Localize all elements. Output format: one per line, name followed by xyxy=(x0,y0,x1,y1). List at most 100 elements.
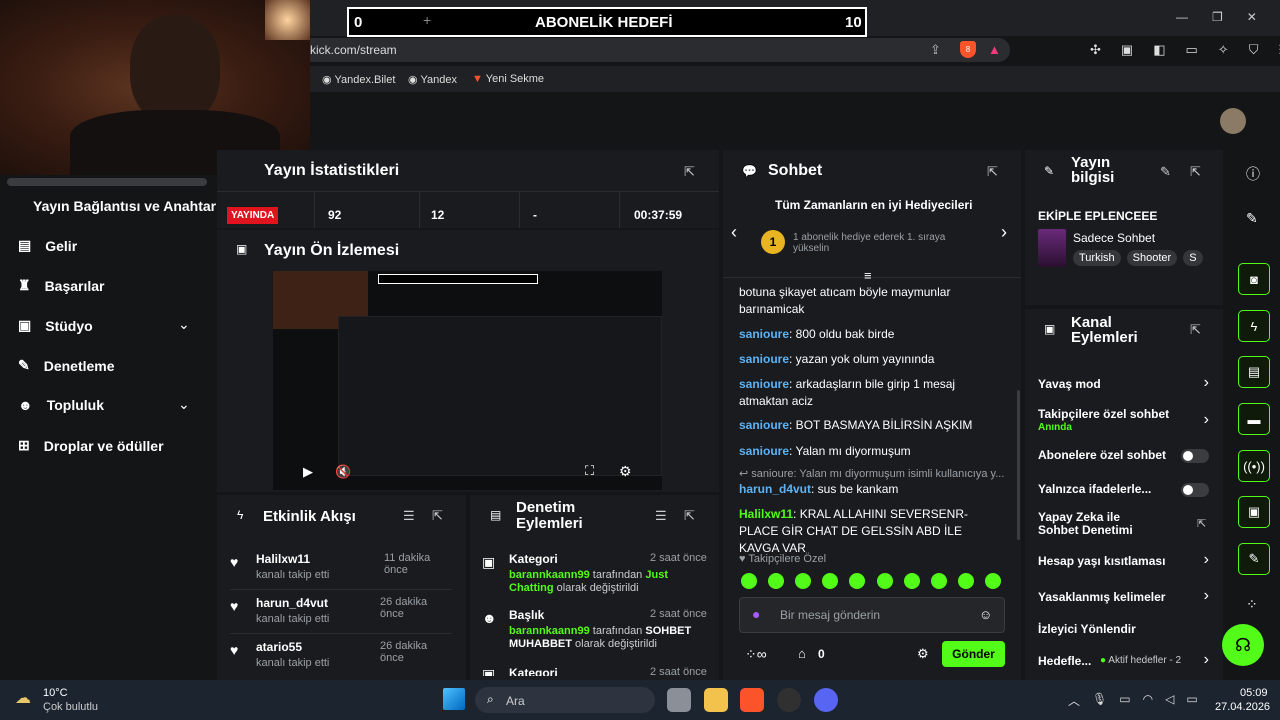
vpn-icon[interactable]: ⛉ xyxy=(1249,42,1259,58)
settings-icon[interactable]: ⚙ xyxy=(917,646,929,662)
maximize-icon[interactable]: ❐ xyxy=(1212,10,1223,24)
chevron-right-icon[interactable]: › xyxy=(1204,411,1209,429)
emote[interactable] xyxy=(958,573,974,589)
chevron-right-icon[interactable]: › xyxy=(1001,222,1007,243)
volume-icon[interactable]: ◁ xyxy=(1165,692,1174,709)
chevron-down-icon[interactable]: ⌄ xyxy=(178,396,190,413)
close-icon[interactable]: ✕ xyxy=(1247,10,1257,24)
action-goals[interactable]: Hedefle... xyxy=(1038,654,1091,668)
bookmark-1[interactable]: ◉ Yandex.Bilet xyxy=(322,73,395,86)
emote[interactable] xyxy=(822,573,838,589)
action-host[interactable]: İzleyici Yönlendir xyxy=(1038,622,1136,636)
external-link-icon[interactable]: ⇱ xyxy=(1197,517,1206,530)
sidebar-icon[interactable]: ◧ xyxy=(1153,42,1165,58)
filter-icon[interactable]: ☰ xyxy=(403,508,415,524)
chat-button[interactable]: ▬ xyxy=(1238,403,1270,435)
popout-icon[interactable]: ⇱ xyxy=(1190,322,1201,338)
fullscreen-icon[interactable]: ⛶ xyxy=(585,463,594,479)
sidebar-item-studyo[interactable]: ▣ Stüdyo xyxy=(18,317,93,334)
start-icon[interactable] xyxy=(443,688,465,710)
tag[interactable]: Turkish xyxy=(1073,250,1121,266)
emote[interactable] xyxy=(931,573,947,589)
chat-user[interactable]: sanioure xyxy=(739,418,789,432)
emoji-icon[interactable]: ☺ xyxy=(979,607,992,622)
minimize-icon[interactable]: — xyxy=(1176,10,1188,24)
avatar[interactable] xyxy=(1220,108,1246,134)
modlog-user[interactable]: barannkaann99 xyxy=(509,569,590,581)
info-icon[interactable]: ⓘ xyxy=(1246,164,1260,184)
sidebar-item-basarilar[interactable]: ♜ Başarılar xyxy=(18,277,105,294)
emote[interactable] xyxy=(904,573,920,589)
mute-icon[interactable]: 🔇 xyxy=(335,464,351,480)
popout-icon[interactable]: ⇱ xyxy=(432,508,443,524)
action-slow-mode[interactable]: Yavaş mod xyxy=(1038,377,1101,391)
points-icon[interactable]: ⁘∞ xyxy=(745,646,767,663)
emote[interactable] xyxy=(985,573,1001,589)
brave-rewards-icon[interactable]: ▲ xyxy=(988,42,1001,57)
settings-icon[interactable]: ⚙ xyxy=(619,463,632,480)
action-emotes-only[interactable]: Yalnızca ifadelerle... xyxy=(1038,482,1151,496)
camera-button[interactable]: ◙ xyxy=(1238,263,1270,295)
emote[interactable] xyxy=(877,573,893,589)
document-button[interactable]: ▤ xyxy=(1238,356,1270,388)
chat-user[interactable]: sanioure xyxy=(739,377,789,391)
battery-icon[interactable]: ▭ xyxy=(1186,692,1197,709)
clock-time[interactable]: 05:09 xyxy=(1240,687,1268,699)
mic-icon[interactable]: 🎙 xyxy=(1092,692,1107,709)
tag[interactable]: S xyxy=(1183,250,1203,266)
bookmark-2[interactable]: ◉ Yandex xyxy=(408,73,457,86)
wallet-icon[interactable]: ▭ xyxy=(1186,42,1198,58)
wifi-icon[interactable]: ◠ xyxy=(1143,692,1153,709)
chevron-up-icon[interactable]: ︿ xyxy=(1068,692,1080,709)
channel-button[interactable]: ▣ xyxy=(1238,496,1270,528)
action-followers-only[interactable]: Takipçilere özel sohbet xyxy=(1038,407,1169,421)
emote[interactable] xyxy=(849,573,865,589)
preview-video[interactable]: ▶ 🔇 ⚙ ⛶ xyxy=(273,271,662,490)
taskbar-search[interactable] xyxy=(475,687,655,713)
support-button[interactable]: ☊ xyxy=(1222,624,1264,666)
activity-user[interactable]: atario55 xyxy=(256,640,302,654)
action-subs-only[interactable]: Abonelere özel sohbet xyxy=(1038,448,1166,462)
obs-icon[interactable] xyxy=(777,688,801,712)
chevron-left-icon[interactable]: ‹ xyxy=(731,222,737,243)
activity-user[interactable]: harun_d4vut xyxy=(256,596,328,610)
sidebar-item-gelir[interactable]: ▤ Gelir xyxy=(18,237,77,254)
collapse-icon[interactable]: ≡ xyxy=(864,268,872,283)
modlog-user[interactable]: barannkaann99 xyxy=(509,625,590,637)
chat-user[interactable]: Halilxw11 xyxy=(739,507,793,521)
popout-icon[interactable]: ⇱ xyxy=(1190,164,1201,180)
wrench-button[interactable]: ✎ xyxy=(1238,543,1270,575)
chevron-right-icon[interactable]: › xyxy=(1204,651,1209,669)
emote[interactable] xyxy=(741,573,757,589)
action-ai-moderation[interactable]: Yapay Zeka ile Sohbet Denetimi xyxy=(1038,511,1163,537)
brave-shield-icon[interactable]: 8 xyxy=(960,41,976,58)
chevron-right-icon[interactable]: › xyxy=(1204,374,1209,392)
screenshot-icon[interactable]: ▣ xyxy=(1121,42,1133,58)
chat-user[interactable]: harun_d4vut xyxy=(739,482,811,496)
extensions-icon[interactable]: ✣ xyxy=(1090,42,1101,58)
category-thumbnail[interactable] xyxy=(1038,229,1066,267)
brave-icon[interactable] xyxy=(740,688,764,712)
popout-icon[interactable]: ⇱ xyxy=(684,164,695,180)
task-view-icon[interactable] xyxy=(667,688,691,712)
bolt-button[interactable]: ϟ xyxy=(1238,310,1270,342)
action-banned-words[interactable]: Yasaklanmış kelimeler xyxy=(1038,590,1165,604)
sidebar-item-denetleme[interactable]: ✎ Denetleme xyxy=(18,357,115,374)
edit-icon[interactable]: ✎ xyxy=(1160,164,1171,180)
explorer-icon[interactable] xyxy=(704,688,728,712)
chat-user[interactable]: sanioure xyxy=(739,444,789,458)
broadcast-button[interactable]: ((•)) xyxy=(1238,450,1270,482)
action-account-age[interactable]: Hesap yaşı kısıtlaması xyxy=(1038,554,1165,568)
chat-user[interactable]: sanioure xyxy=(739,327,789,341)
discord-icon[interactable] xyxy=(814,688,838,712)
tag[interactable]: Shooter xyxy=(1126,250,1178,266)
display-icon[interactable]: ▭ xyxy=(1119,692,1130,709)
emote[interactable] xyxy=(768,573,784,589)
address-bar[interactable] xyxy=(300,38,1010,62)
subs-only-toggle[interactable] xyxy=(1181,449,1209,463)
store-icon[interactable]: ⌂ xyxy=(798,646,806,661)
edit-icon[interactable]: ✎ xyxy=(1246,210,1258,227)
send-button[interactable]: Gönder xyxy=(942,641,1005,667)
chat-user[interactable]: sanioure xyxy=(739,352,789,366)
sidebar-item-connection[interactable]: Yayın Bağlantısı ve Anahtarı xyxy=(33,198,220,214)
